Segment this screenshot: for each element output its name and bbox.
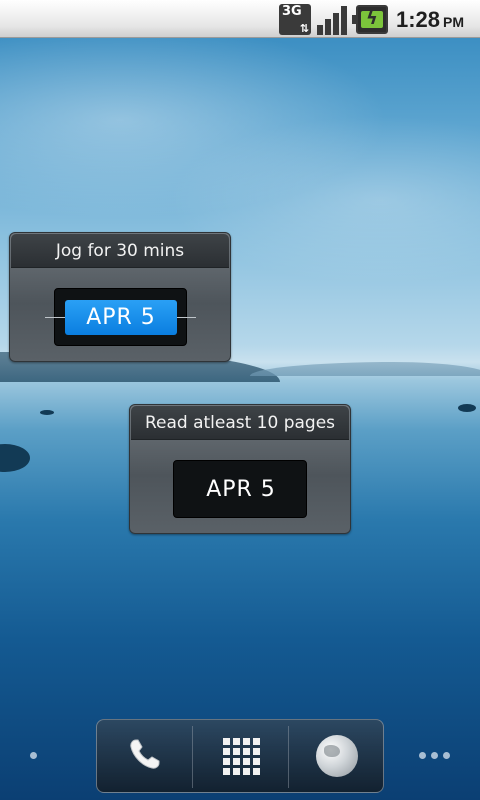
right-page-indicator-dot[interactable] [419, 752, 426, 759]
network-3g-icon: 3G ⇅ [279, 4, 311, 35]
phone-icon [125, 734, 165, 778]
globe-icon [316, 735, 358, 777]
task-widget[interactable]: Read atleast 10 pages APR 5 [129, 404, 351, 534]
clock-time: 1:28 [396, 7, 441, 32]
task-date: APR 5 [206, 477, 276, 502]
grid-icon [222, 737, 260, 775]
right-page-indicator-dot[interactable] [443, 752, 450, 759]
right-page-indicator-dot[interactable] [431, 752, 438, 759]
browser-button[interactable] [289, 720, 385, 792]
status-bar: 3G ⇅ ϟ 1:28 PM [0, 0, 480, 38]
task-widget[interactable]: Jog for 30 mins APR 5 [9, 232, 231, 362]
task-date-box[interactable]: APR 5 [173, 460, 307, 518]
task-date-highlighted[interactable]: APR 5 [65, 300, 177, 335]
launcher-dock [96, 719, 384, 793]
app-drawer-button[interactable] [193, 720, 289, 792]
wallpaper-rock [40, 410, 54, 415]
status-clock: 1:28 PM [396, 7, 464, 33]
wallpaper [0, 0, 480, 800]
task-widget-title: Jog for 30 mins [11, 234, 229, 268]
signal-strength-icon [317, 4, 349, 35]
wallpaper-rock [458, 404, 476, 412]
left-page-indicator[interactable] [30, 752, 37, 759]
battery-charging-icon: ϟ [352, 5, 388, 34]
clock-ampm: PM [443, 14, 465, 30]
task-widget-title: Read atleast 10 pages [131, 406, 349, 440]
phone-button[interactable] [97, 720, 193, 792]
task-date-box[interactable]: APR 5 [45, 288, 196, 346]
